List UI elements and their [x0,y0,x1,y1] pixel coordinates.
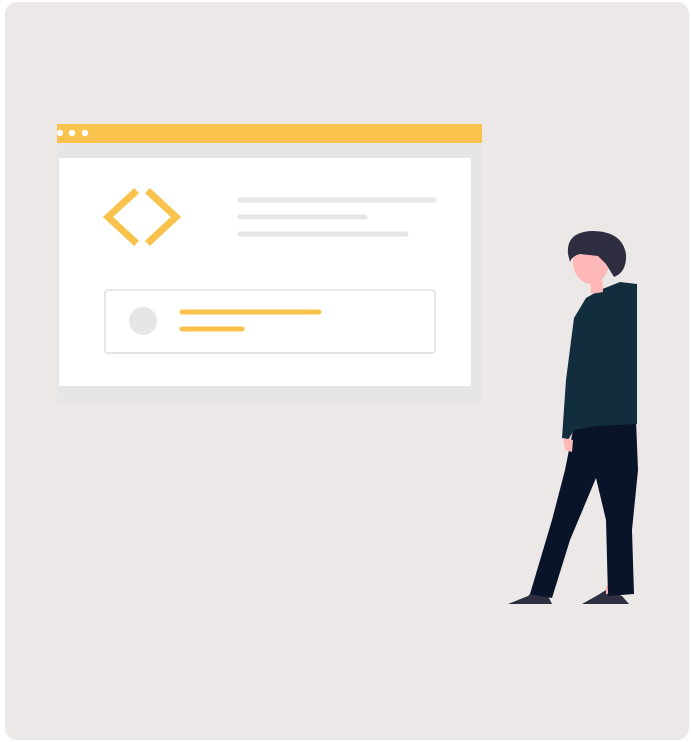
circle-placeholder-icon [129,307,157,335]
browser-titlebar [57,124,482,143]
browser-window [56,124,482,402]
developer-illustration [5,2,689,740]
profile-card [104,289,436,354]
dots-icon [56,129,89,137]
